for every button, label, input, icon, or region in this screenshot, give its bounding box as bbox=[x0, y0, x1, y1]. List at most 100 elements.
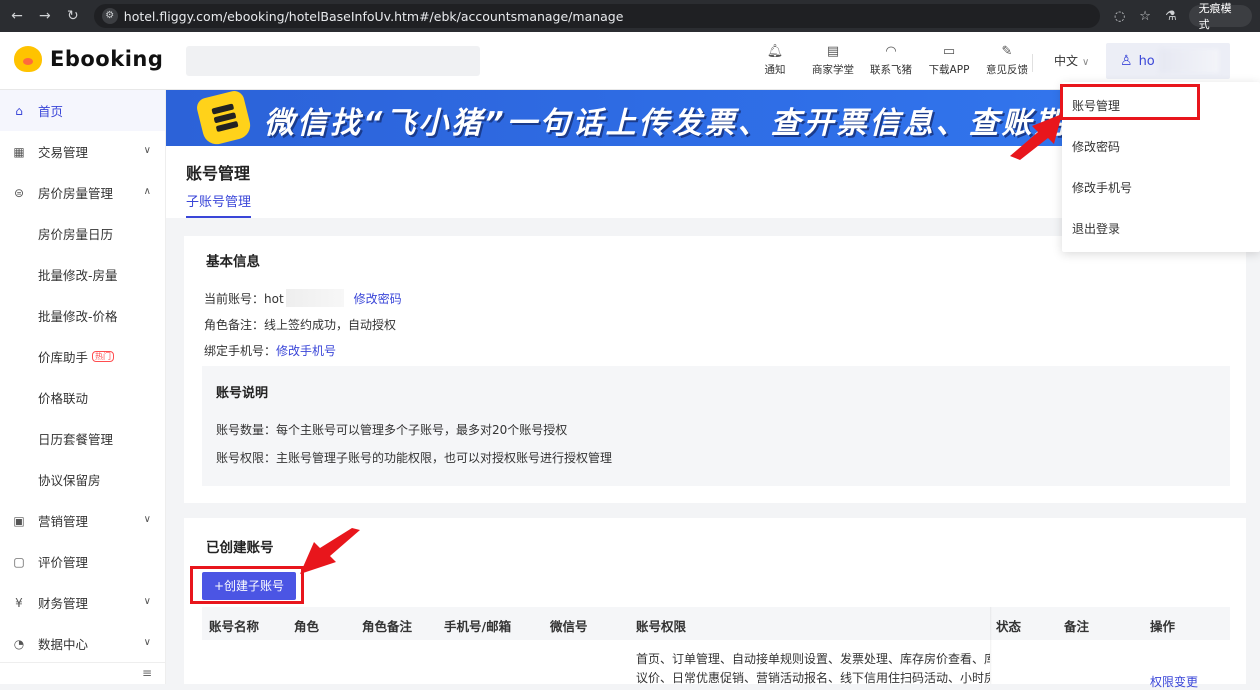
header-divider bbox=[1032, 54, 1033, 72]
col-account-name[interactable]: 账号名称 bbox=[209, 616, 259, 635]
sidebar-item-label: 财务管理 bbox=[38, 596, 89, 611]
col-permissions[interactable]: 账号权限 bbox=[636, 616, 686, 635]
nav-label: 商家学堂 bbox=[812, 64, 854, 76]
sidebar-item-price-link[interactable]: 价格联动 bbox=[0, 377, 165, 418]
sidebar-item-price-calendar[interactable]: 房价房量日历 bbox=[0, 213, 165, 254]
tablet-icon: ▭ bbox=[942, 44, 956, 59]
user-name: ho bbox=[1138, 53, 1155, 69]
language-label: 中文 bbox=[1054, 54, 1079, 68]
nav-school[interactable]: ▤ 商家学堂 bbox=[806, 44, 860, 77]
yen-icon: ¥ bbox=[15, 595, 23, 610]
basic-info-card: 基本信息 当前账号：hot 修改密码 角色备注：线上签约成功，自动授权 绑定手机… bbox=[184, 236, 1246, 503]
description-title: 账号说明 bbox=[216, 386, 269, 401]
url-text: hotel.fliggy.com/ebooking/hotelBaseInfoU… bbox=[123, 8, 624, 24]
sidebar-item-label: 评价管理 bbox=[38, 555, 89, 570]
incognito-label: 无痕模式 bbox=[1198, 2, 1232, 31]
home-icon: ⌂ bbox=[15, 103, 23, 118]
sidebar-item-label: 批量修改-房量 bbox=[38, 268, 118, 283]
masked-account bbox=[285, 289, 344, 307]
col-wechat[interactable]: 微信号 bbox=[550, 616, 588, 635]
sidebar-item-price-helper[interactable]: 价库助手 热门 bbox=[0, 336, 165, 377]
nav-label: 联系飞猪 bbox=[870, 64, 912, 76]
back-icon[interactable]: ← bbox=[6, 8, 28, 24]
change-phone-link[interactable]: 修改手机号 bbox=[276, 342, 336, 359]
collapse-menu-icon[interactable]: ≡ bbox=[142, 666, 152, 680]
sidebar-item-home[interactable]: ⌂ 首页 bbox=[0, 90, 165, 131]
nav-label: 意见反馈 bbox=[986, 64, 1028, 76]
lab-icon[interactable]: ⚗ bbox=[1165, 9, 1177, 24]
chevron-up-icon: ∧ bbox=[143, 186, 151, 197]
sidebar-item-label: 数据中心 bbox=[38, 637, 89, 652]
sidebar-item-finance[interactable]: ¥ 财务管理 ∨ bbox=[0, 582, 165, 623]
logo-text: Ebooking bbox=[50, 47, 164, 71]
menu-item-change-phone[interactable]: 修改手机号 bbox=[1072, 179, 1132, 196]
description-count: 账号数量：每个主账号可以管理多个子账号，最多对20个账号授权 bbox=[216, 423, 568, 437]
col-role[interactable]: 角色 bbox=[294, 616, 319, 635]
reload-icon[interactable]: ↻ bbox=[62, 8, 84, 24]
thumbs-up-icon bbox=[194, 90, 254, 146]
language-switch[interactable]: 中文 ∨ bbox=[1054, 52, 1089, 69]
sidebar-item-package[interactable]: 日历套餐管理 bbox=[0, 418, 165, 459]
user-menu[interactable]: ♙ ho bbox=[1106, 43, 1230, 79]
nav-label: 通知 bbox=[764, 64, 786, 76]
nav-notice[interactable]: 🔔︎ 通知 bbox=[748, 44, 802, 77]
search-input[interactable] bbox=[186, 46, 480, 76]
site-info-icon[interactable]: ⚙ bbox=[101, 8, 118, 24]
account-description: 账号说明 账号数量：每个主账号可以管理多个子账号，最多对20个账号授权 账号权限… bbox=[202, 366, 1230, 486]
sidebar-item-trade[interactable]: ▦ 交易管理 ∨ bbox=[0, 131, 165, 172]
logo[interactable]: Ebooking bbox=[14, 46, 163, 72]
chevron-down-icon: ∨ bbox=[1082, 57, 1090, 68]
table-header: 账号名称 角色 角色备注 手机号/邮箱 微信号 账号权限 状态 备注 操作 bbox=[202, 607, 1230, 640]
col-remark[interactable]: 备注 bbox=[1064, 616, 1089, 635]
sidebar-item-batch-stock[interactable]: 批量修改-房量 bbox=[0, 254, 165, 295]
banner-text: 微信找“飞小猪”一句话上传发票、查开票信息、查账期 bbox=[264, 106, 1068, 141]
calendar-icon: ▦ bbox=[13, 144, 25, 159]
pie-icon: ◔ bbox=[13, 636, 25, 651]
current-account-row: 当前账号：hot 修改密码 bbox=[204, 289, 402, 307]
menu-item-logout[interactable]: 退出登录 bbox=[1072, 220, 1120, 237]
nav-label: 下载APP bbox=[928, 64, 970, 76]
hot-badge: 热门 bbox=[92, 351, 115, 362]
edit-icon: ✎ bbox=[1001, 44, 1013, 59]
sidebar-item-label: 首页 bbox=[38, 104, 64, 119]
chevron-down-icon: ∨ bbox=[143, 145, 151, 156]
basic-info-title: 基本信息 bbox=[206, 254, 260, 270]
incognito-badge[interactable]: 无痕模式 bbox=[1188, 2, 1253, 31]
col-action[interactable]: 操作 bbox=[1150, 616, 1175, 635]
nav-feedback[interactable]: ✎ 意见反馈 bbox=[980, 44, 1034, 77]
bell-icon: 🔔︎ bbox=[766, 44, 784, 59]
sidebar-item-data[interactable]: ◔ 数据中心 ∨ bbox=[0, 623, 165, 664]
change-permission-link[interactable]: 权限变更 bbox=[1150, 673, 1198, 690]
sidebar-item-label: 营销管理 bbox=[38, 514, 89, 529]
address-bar[interactable]: ⚙ hotel.fliggy.com/ebooking/hotelBaseInf… bbox=[93, 4, 1100, 28]
sidebar-item-label: 价库助手 bbox=[38, 350, 89, 365]
sidebar-item-batch-price[interactable]: 批量修改-价格 bbox=[0, 295, 165, 336]
browser-toolbar: ← → ↻ ⚙ hotel.fliggy.com/ebooking/hotelB… bbox=[0, 0, 1260, 32]
user-icon: ♙ bbox=[1120, 53, 1133, 69]
tab-sub-accounts[interactable]: 子账号管理 bbox=[186, 191, 252, 218]
star-icon[interactable]: ☆ bbox=[1139, 9, 1151, 24]
sidebar-item-label: 日历套餐管理 bbox=[38, 432, 114, 447]
price-icon: ⊜ bbox=[13, 185, 25, 200]
forward-icon[interactable]: → bbox=[34, 8, 56, 24]
sidebar-item-label: 房价房量日历 bbox=[38, 227, 114, 242]
sidebar-item-label: 交易管理 bbox=[38, 145, 89, 160]
sidebar-item-reserved-room[interactable]: 协议保留房 bbox=[0, 459, 165, 500]
col-phone-email[interactable]: 手机号/邮箱 bbox=[444, 616, 511, 635]
highlight-create-button bbox=[190, 566, 304, 604]
sidebar: ⌂ 首页 ▦ 交易管理 ∨ ⊜ 房价房量管理 ∧ 房价房量日历 批量修改-房量 批量修改-… bbox=[0, 90, 166, 684]
sidebar-item-price-stock[interactable]: ⊜ 房价房量管理 ∧ bbox=[0, 172, 165, 213]
col-role-note[interactable]: 角色备注 bbox=[362, 616, 412, 635]
page-title: 账号管理 bbox=[186, 164, 251, 183]
sidebar-item-label: 批量修改-价格 bbox=[38, 309, 118, 324]
headset-icon: ◠ bbox=[885, 44, 897, 59]
permission-text-line: 议价、日常优惠促销、营销活动报名、线下信用住扫码活动、小时房 bbox=[636, 671, 990, 685]
sidebar-item-review[interactable]: ▢ 评价管理 bbox=[0, 541, 165, 582]
col-status[interactable]: 状态 bbox=[996, 616, 1021, 635]
change-password-link[interactable]: 修改密码 bbox=[354, 290, 402, 307]
menu-item-change-password[interactable]: 修改密码 bbox=[1072, 138, 1120, 155]
nav-download[interactable]: ▭ 下载APP bbox=[922, 44, 976, 77]
eye-off-icon[interactable]: ◌ bbox=[1114, 9, 1125, 24]
nav-contact[interactable]: ◠ 联系飞猪 bbox=[864, 44, 918, 77]
sidebar-item-marketing[interactable]: ▣ 营销管理 ∨ bbox=[0, 500, 165, 541]
